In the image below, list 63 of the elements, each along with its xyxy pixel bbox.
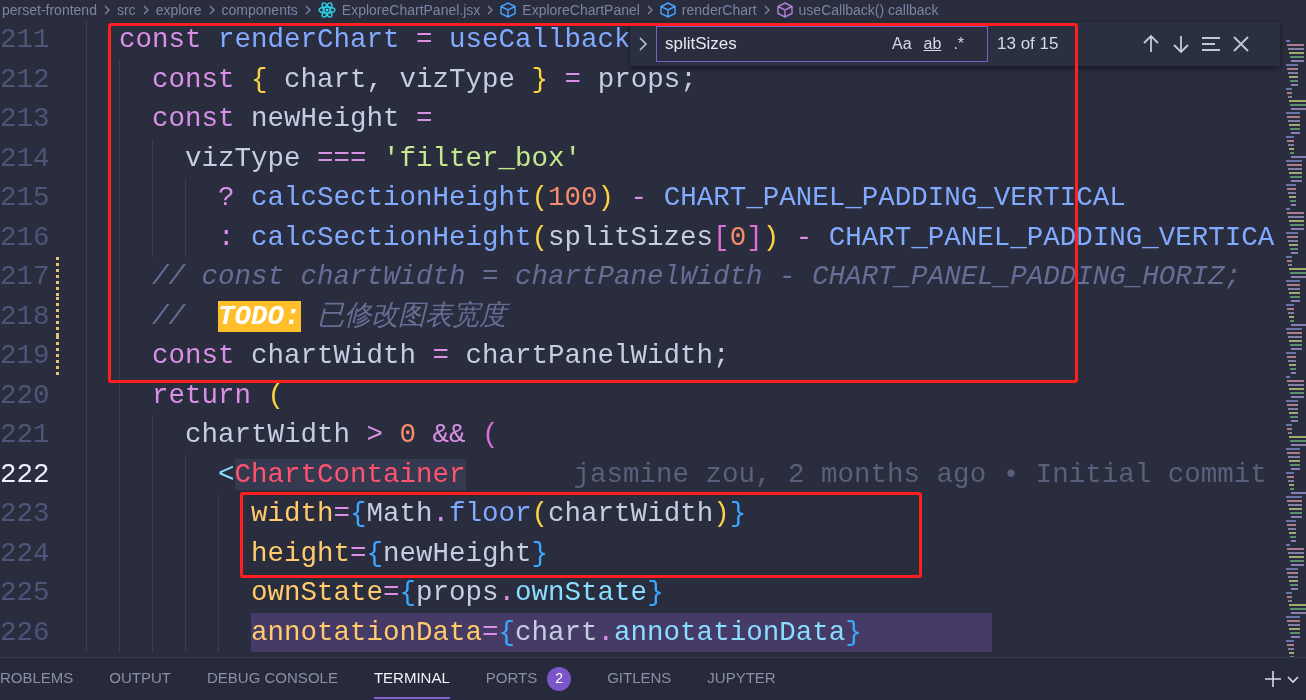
breadcrumb-item[interactable]: renderChart	[681, 0, 757, 20]
count-badge: 2	[547, 666, 572, 691]
line-number: 220	[0, 378, 46, 413]
line-number: 217	[0, 260, 46, 294]
line-number: 222	[0, 457, 46, 492]
chevron-right-icon	[637, 37, 649, 51]
breadcrumb-item[interactable]: useCallback() callback	[798, 0, 939, 20]
breadcrumb-item[interactable]: src	[116, 0, 136, 20]
breadcrumb-item[interactable]: explore	[155, 0, 202, 20]
chevron-icon	[762, 4, 771, 16]
code-line: <ChartContainer	[218, 457, 466, 492]
line-number: 216	[0, 220, 46, 255]
panel-tab[interactable]: ROBLEMS	[0, 659, 74, 699]
breadcrumb-item[interactable]: components	[221, 0, 298, 20]
arrow-up-icon	[1141, 34, 1161, 54]
line-number: 215	[0, 181, 46, 215]
line-number: 226	[0, 615, 46, 650]
line-number: 225	[0, 576, 46, 610]
cube-icon	[500, 2, 517, 18]
line-number: 219	[0, 339, 46, 373]
panel-tab[interactable]: OUTPUT	[109, 659, 172, 699]
blame-annotation: jasmine zou, 2 months ago • Initial commit	[573, 457, 1267, 492]
panel-tab[interactable]: GITLENS	[607, 659, 672, 699]
chevron-icon	[102, 4, 111, 16]
code-line: const newHeight =	[152, 102, 433, 136]
chevron-icon	[486, 4, 495, 16]
line-number: 224	[0, 536, 46, 571]
code-line: return (	[152, 378, 285, 413]
atom-icon	[317, 2, 336, 18]
chevron-icon	[141, 4, 150, 16]
close-icon	[1231, 34, 1251, 54]
find-option-button[interactable]: Aa	[888, 30, 916, 58]
line-number: 213	[0, 102, 46, 136]
lines-icon	[1201, 34, 1221, 54]
cube-icon	[776, 2, 793, 18]
line-number: 214	[0, 141, 46, 176]
code-line: const chartWidth = chartPanelWidth;	[152, 339, 730, 373]
line-number: 218	[0, 299, 46, 334]
code-line: vizType === 'filter_box'	[185, 141, 582, 176]
cube-icon	[659, 2, 676, 18]
chevron-icon	[207, 4, 216, 16]
match-count: 13 of 15	[997, 33, 1059, 56]
chevron-icon	[303, 4, 312, 16]
panel-tab[interactable]: DEBUG CONSOLE	[207, 659, 338, 699]
code-line: chartWidth > 0 && (	[185, 418, 499, 452]
panel-tab[interactable]: JUPYTER	[707, 659, 776, 699]
breadcrumb-item[interactable]: perset-frontend	[2, 0, 97, 20]
code-line: const renderChart = useCallback	[119, 23, 631, 57]
find-option-button[interactable]: .*	[949, 30, 969, 58]
panel-tab[interactable]: TERMINAL	[373, 659, 450, 699]
line-number: 212	[0, 62, 46, 97]
plus-icon[interactable]	[1264, 670, 1282, 688]
code-line: width={Math.floor(chartWidth)}	[251, 497, 747, 531]
code-line: const { chart, vizType } = props;	[152, 62, 697, 97]
code-line: ownState={props.ownState}	[251, 576, 664, 610]
arrow-down-icon	[1171, 34, 1191, 54]
breadcrumb-item[interactable]: ExploreChartPanel	[522, 0, 640, 20]
line-number: 223	[0, 497, 46, 531]
code-line: height={newHeight}	[251, 536, 549, 571]
breadcrumb-item[interactable]: ExploreChartPanel.jsx	[341, 0, 481, 20]
chevron-icon	[645, 4, 654, 16]
panel-tab[interactable]: PORTS 2	[485, 658, 572, 700]
find-option-button[interactable]: ab	[919, 30, 946, 58]
